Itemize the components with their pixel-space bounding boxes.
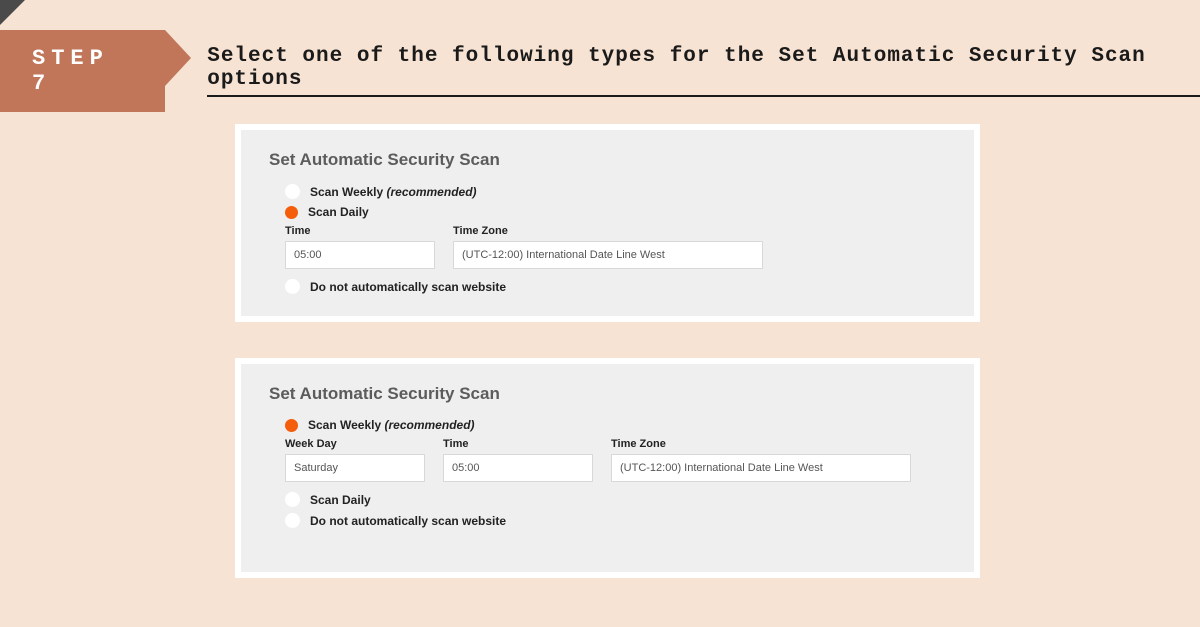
step-badge: STEP 7 xyxy=(0,30,165,112)
option-label: Do not automatically scan website xyxy=(310,280,506,294)
scan-panel-daily: Set Automatic Security Scan Scan Weekly … xyxy=(235,124,980,322)
option-note: (recommended) xyxy=(385,418,475,432)
radio-unselected-icon xyxy=(285,279,300,294)
option-note: (recommended) xyxy=(387,185,477,199)
scan-panel-weekly: Set Automatic Security Scan Scan Weekly … xyxy=(235,358,980,578)
radio-unselected-icon xyxy=(285,513,300,528)
radio-unselected-icon xyxy=(285,492,300,507)
option-no-scan[interactable]: Do not automatically scan website xyxy=(285,513,946,528)
option-label: Scan Weekly xyxy=(308,418,381,432)
panel-title: Set Automatic Security Scan xyxy=(269,384,946,404)
timezone-label: Time Zone xyxy=(453,225,763,237)
panel-title: Set Automatic Security Scan xyxy=(269,150,946,170)
time-input[interactable] xyxy=(285,241,435,269)
timezone-input[interactable] xyxy=(611,454,911,482)
option-label: Scan Weekly xyxy=(310,185,383,199)
step-instruction: Select one of the following types for th… xyxy=(207,45,1200,97)
option-label: Scan Daily xyxy=(310,493,371,507)
option-scan-weekly[interactable]: Scan Weekly (recommended) xyxy=(285,418,946,432)
radio-unselected-icon xyxy=(285,184,300,199)
weekday-input[interactable] xyxy=(285,454,425,482)
option-no-scan[interactable]: Do not automatically scan website xyxy=(285,279,946,294)
option-label: Scan Daily xyxy=(308,205,369,219)
time-label: Time xyxy=(285,225,435,237)
radio-selected-icon xyxy=(285,419,298,432)
radio-selected-icon xyxy=(285,206,298,219)
corner-accent xyxy=(0,0,25,25)
option-label: Do not automatically scan website xyxy=(310,514,506,528)
timezone-label: Time Zone xyxy=(611,438,911,450)
time-label: Time xyxy=(443,438,593,450)
option-scan-daily[interactable]: Scan Daily xyxy=(285,205,946,219)
timezone-input[interactable] xyxy=(453,241,763,269)
option-scan-weekly[interactable]: Scan Weekly (recommended) xyxy=(285,184,946,199)
step-header: STEP 7 Select one of the following types… xyxy=(0,30,1200,112)
weekday-label: Week Day xyxy=(285,438,425,450)
time-input[interactable] xyxy=(443,454,593,482)
option-scan-daily[interactable]: Scan Daily xyxy=(285,492,946,507)
